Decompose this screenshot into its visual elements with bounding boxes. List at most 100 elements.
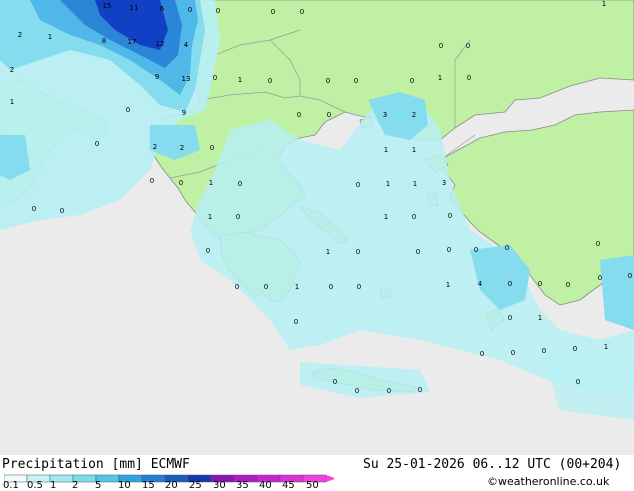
precip-value-label: 9	[182, 109, 186, 117]
precip-value-label: 2	[180, 144, 184, 152]
precip-value-label: 11	[130, 4, 139, 12]
precip-value-label: 0	[466, 42, 470, 50]
precip-value-label: 0	[150, 177, 154, 185]
legend-tick-label: 50	[306, 480, 319, 491]
precip-value-label: 0	[387, 387, 391, 395]
precip-value-label: 0	[447, 246, 451, 254]
precip-value-label: 0	[480, 350, 484, 358]
precip-value-label: 1	[412, 146, 416, 154]
precip-value-label: 0	[297, 111, 301, 119]
legend-tick-label: 15	[142, 480, 155, 491]
precip-value-label: 0	[126, 106, 130, 114]
precip-value-label: 0	[538, 280, 542, 288]
precip-value-label: 1	[238, 76, 242, 84]
legend-tick-label: 0.5	[27, 480, 43, 491]
precip-value-label: 0	[573, 345, 577, 353]
precip-value-label: 3	[442, 179, 446, 187]
legend-tick-label: 20	[165, 480, 178, 491]
precip-value-label: 0	[356, 248, 360, 256]
precip-value-label: 0	[300, 8, 304, 16]
precip-value-label: 0	[356, 181, 360, 189]
precip-value-label: 0	[508, 314, 512, 322]
legend-tick-label: 1	[50, 480, 57, 491]
valid-datetime: Su 25-01-2026 06..12 UTC (00+204)	[363, 457, 622, 472]
legend-tick-label: 0.1	[3, 480, 19, 491]
footer-bar: Precipitation [mm] ECMWF Su 25-01-2026 0…	[0, 455, 634, 491]
precip-value-label: 0	[474, 246, 478, 254]
precip-value-label: 0	[511, 349, 515, 357]
map-title: Precipitation [mm] ECMWF	[2, 457, 190, 472]
precip-value-label: 1	[604, 343, 608, 351]
precip-value-label: 0	[210, 144, 214, 152]
precip-value-label: 0	[329, 283, 333, 291]
credit-link[interactable]: ©weatheronline.co.uk	[487, 475, 609, 488]
precip-value-label: 0	[412, 213, 416, 221]
precip-value-label: 2	[412, 111, 416, 119]
precip-value-label: 1	[446, 281, 450, 289]
precip-value-label: 12	[156, 40, 165, 48]
precip-value-label: 0	[326, 77, 330, 85]
precip-value-label: 0	[355, 387, 359, 395]
precip-value-label: 17	[128, 38, 137, 46]
precip-value-label: 1	[384, 146, 388, 154]
precip-value-label: 0	[410, 77, 414, 85]
precip-value-label: 1	[384, 213, 388, 221]
precip-value-label: 0	[95, 140, 99, 148]
precip-value-label: 0	[566, 281, 570, 289]
precip-value-label: 0	[542, 347, 546, 355]
precip-value-label: 1	[438, 74, 442, 82]
precip-value-label: 0	[32, 205, 36, 213]
precip-value-label: 1	[386, 180, 390, 188]
precip-value-label: 4	[478, 280, 483, 288]
precip-value-label: 0	[236, 213, 240, 221]
precip-value-label: 3	[383, 111, 387, 119]
precip-value-label: 1	[48, 33, 52, 41]
precip-value-label: 0	[235, 283, 239, 291]
precip-value-label: 1	[208, 213, 212, 221]
precip-value-label: 0	[505, 244, 509, 252]
precip-value-label: 15	[103, 2, 112, 10]
precip-value-label: 0	[188, 6, 192, 14]
precip-value-label: 0	[416, 248, 420, 256]
precip-value-label: 0	[60, 207, 64, 215]
legend-arrow	[326, 475, 334, 482]
precip-value-label: 1	[295, 283, 299, 291]
precip-value-label: 0	[213, 74, 217, 82]
legend-tick-label: 30	[213, 480, 226, 491]
precip-value-label: 0	[576, 378, 580, 386]
precip-value-label: 0	[598, 274, 602, 282]
legend-tick-label: 10	[118, 480, 131, 491]
precip-value-label: 9	[155, 73, 159, 81]
precip-value-label: 2	[10, 66, 14, 74]
legend-tick-label: 25	[189, 480, 202, 491]
precip-value-label: 1	[602, 0, 606, 8]
precip-value-label: 0	[238, 180, 242, 188]
legend-tick-label: 45	[282, 480, 295, 491]
precip-value-label: 0	[448, 212, 452, 220]
legend-tick-label: 40	[259, 480, 272, 491]
precip-value-label: 1	[538, 314, 542, 322]
precip-value-label: 0	[264, 283, 268, 291]
precip-value-label: 1	[326, 248, 330, 256]
precip-value-label: 0	[354, 77, 358, 85]
precip-value-label: 0	[439, 42, 443, 50]
precip-value-label: 0	[628, 272, 632, 280]
precip-value-label: 0	[418, 386, 422, 394]
precip-value-label: 6	[160, 5, 165, 13]
precip-value-label: 1	[413, 180, 417, 188]
precip-value-label: 0	[467, 74, 471, 82]
precip-value-label: 0	[216, 7, 220, 15]
legend-tick-label: 5	[95, 480, 102, 491]
precip-value-label: 0	[357, 283, 361, 291]
precip-value-label: 1	[10, 98, 14, 106]
precip-value-label: 0	[294, 318, 298, 326]
precipitation-map: 2 115 11 6 0 0 0 01218 17 12 40 19 1300 0 0 0 1 00 09 0 0 3 20…	[0, 0, 634, 455]
precip-value-label: 0	[206, 247, 210, 255]
precip-value-label: 4	[184, 41, 189, 49]
precip-value-label: 0	[333, 378, 337, 386]
precip-value-label: 0	[268, 77, 272, 85]
precip-value-label: 2	[18, 31, 22, 39]
precip-value-label: 0	[179, 179, 183, 187]
precip-value-label: 8	[102, 37, 106, 45]
legend-tick-label: 2	[72, 480, 79, 491]
